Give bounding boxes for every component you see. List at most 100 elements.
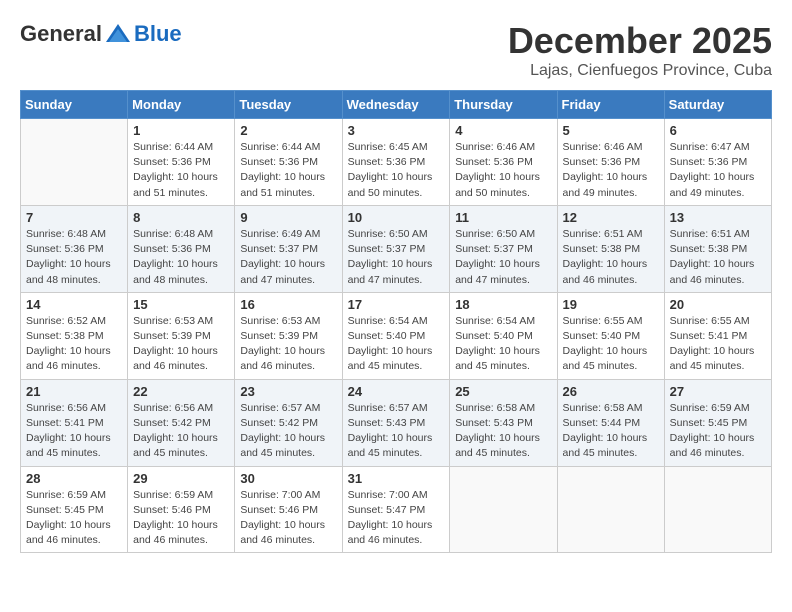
day-info: Sunrise: 6:55 AM Sunset: 5:41 PM Dayligh… <box>670 314 766 375</box>
calendar-day-cell: 12 Sunrise: 6:51 AM Sunset: 5:38 PM Dayli… <box>557 205 664 292</box>
calendar-day-cell: 23Sunrise: 6:57 AM Sunset: 5:42 PM Dayli… <box>235 379 342 466</box>
calendar-day-cell: 13 Sunrise: 6:51 AM Sunset: 5:38 PM Dayli… <box>664 205 771 292</box>
day-number: 25 <box>455 384 551 399</box>
calendar-day-header: Wednesday <box>342 91 450 119</box>
day-info: Sunrise: 6:58 AM Sunset: 5:44 PM Dayligh… <box>563 401 659 462</box>
calendar-day-cell: 5Sunrise: 6:46 AM Sunset: 5:36 PM Daylig… <box>557 119 664 206</box>
day-info: Sunrise: 6:46 AM Sunset: 5:36 PM Dayligh… <box>563 140 659 201</box>
calendar-day-header: Sunday <box>21 91 128 119</box>
day-info: Sunrise: 6:51 AM Sunset: 5:38 PM Dayligh… <box>670 227 766 288</box>
calendar-day-cell: 27Sunrise: 6:59 AM Sunset: 5:45 PM Dayli… <box>664 379 771 466</box>
calendar-table: SundayMondayTuesdayWednesdayThursdayFrid… <box>20 90 772 553</box>
calendar-day-cell: 22 Sunrise: 6:56 AM Sunset: 5:42 PM Dayli… <box>128 379 235 466</box>
logo-blue: Blue <box>134 21 182 47</box>
day-number: 6 <box>670 123 766 138</box>
day-info: Sunrise: 7:00 AM Sunset: 5:47 PM Dayligh… <box>348 488 445 549</box>
day-info: Sunrise: 6:47 AM Sunset: 5:36 PM Dayligh… <box>670 140 766 201</box>
logo: General Blue <box>20 20 182 48</box>
day-info: Sunrise: 6:56 AM Sunset: 5:41 PM Dayligh… <box>26 401 122 462</box>
calendar-day-cell: 28 Sunrise: 6:59 AM Sunset: 5:45 PM Dayli… <box>21 466 128 553</box>
calendar-header-row: SundayMondayTuesdayWednesdayThursdayFrid… <box>21 91 772 119</box>
day-number: 15 <box>133 297 229 312</box>
calendar-day-cell: 15 Sunrise: 6:53 AM Sunset: 5:39 PM Dayli… <box>128 292 235 379</box>
day-info: Sunrise: 6:46 AM Sunset: 5:36 PM Dayligh… <box>455 140 551 201</box>
calendar-day-cell: 1 Sunrise: 6:44 AM Sunset: 5:36 PM Daylig… <box>128 119 235 206</box>
calendar-day-cell: 10Sunrise: 6:50 AM Sunset: 5:37 PM Dayli… <box>342 205 450 292</box>
day-info: Sunrise: 6:45 AM Sunset: 5:36 PM Dayligh… <box>348 140 445 201</box>
calendar-title: December 2025 <box>508 20 772 62</box>
calendar-day-cell: 11Sunrise: 6:50 AM Sunset: 5:37 PM Dayli… <box>450 205 557 292</box>
day-info: Sunrise: 6:49 AM Sunset: 5:37 PM Dayligh… <box>240 227 336 288</box>
day-number: 8 <box>133 210 229 225</box>
logo-icon <box>104 20 132 48</box>
calendar-week-row: 28 Sunrise: 6:59 AM Sunset: 5:45 PM Dayli… <box>21 466 772 553</box>
day-info: Sunrise: 6:48 AM Sunset: 5:36 PM Dayligh… <box>133 227 229 288</box>
calendar-day-cell: 18Sunrise: 6:54 AM Sunset: 5:40 PM Dayli… <box>450 292 557 379</box>
calendar-day-cell: 14Sunrise: 6:52 AM Sunset: 5:38 PM Dayli… <box>21 292 128 379</box>
calendar-week-row: 7Sunrise: 6:48 AM Sunset: 5:36 PM Daylig… <box>21 205 772 292</box>
calendar-day-cell: 26 Sunrise: 6:58 AM Sunset: 5:44 PM Dayli… <box>557 379 664 466</box>
day-info: Sunrise: 6:54 AM Sunset: 5:40 PM Dayligh… <box>455 314 551 375</box>
day-info: Sunrise: 6:59 AM Sunset: 5:46 PM Dayligh… <box>133 488 229 549</box>
day-info: Sunrise: 6:55 AM Sunset: 5:40 PM Dayligh… <box>563 314 659 375</box>
calendar-day-cell: 31Sunrise: 7:00 AM Sunset: 5:47 PM Dayli… <box>342 466 450 553</box>
day-info: Sunrise: 6:57 AM Sunset: 5:43 PM Dayligh… <box>348 401 445 462</box>
day-info: Sunrise: 6:59 AM Sunset: 5:45 PM Dayligh… <box>670 401 766 462</box>
day-number: 21 <box>26 384 122 399</box>
day-number: 3 <box>348 123 445 138</box>
day-number: 28 <box>26 471 122 486</box>
calendar-day-cell: 24 Sunrise: 6:57 AM Sunset: 5:43 PM Dayli… <box>342 379 450 466</box>
day-number: 17 <box>348 297 445 312</box>
calendar-day-header: Saturday <box>664 91 771 119</box>
calendar-day-cell <box>557 466 664 553</box>
day-info: Sunrise: 6:51 AM Sunset: 5:38 PM Dayligh… <box>563 227 659 288</box>
day-info: Sunrise: 6:53 AM Sunset: 5:39 PM Dayligh… <box>133 314 229 375</box>
calendar-day-cell: 20 Sunrise: 6:55 AM Sunset: 5:41 PM Dayli… <box>664 292 771 379</box>
logo-general: General <box>20 21 102 47</box>
calendar-week-row: 1 Sunrise: 6:44 AM Sunset: 5:36 PM Daylig… <box>21 119 772 206</box>
day-info: Sunrise: 6:48 AM Sunset: 5:36 PM Dayligh… <box>26 227 122 288</box>
calendar-week-row: 14Sunrise: 6:52 AM Sunset: 5:38 PM Dayli… <box>21 292 772 379</box>
calendar-day-cell: 17Sunrise: 6:54 AM Sunset: 5:40 PM Dayli… <box>342 292 450 379</box>
day-info: Sunrise: 6:44 AM Sunset: 5:36 PM Dayligh… <box>133 140 229 201</box>
calendar-day-header: Tuesday <box>235 91 342 119</box>
calendar-day-cell: 30 Sunrise: 7:00 AM Sunset: 5:46 PM Dayli… <box>235 466 342 553</box>
calendar-day-cell: 16 Sunrise: 6:53 AM Sunset: 5:39 PM Dayli… <box>235 292 342 379</box>
day-info: Sunrise: 6:58 AM Sunset: 5:43 PM Dayligh… <box>455 401 551 462</box>
day-info: Sunrise: 6:59 AM Sunset: 5:45 PM Dayligh… <box>26 488 122 549</box>
calendar-day-cell: 25 Sunrise: 6:58 AM Sunset: 5:43 PM Dayli… <box>450 379 557 466</box>
calendar-day-cell <box>450 466 557 553</box>
title-section: December 2025 Lajas, Cienfuegos Province… <box>508 20 772 80</box>
day-number: 2 <box>240 123 336 138</box>
day-number: 1 <box>133 123 229 138</box>
calendar-day-cell: 7Sunrise: 6:48 AM Sunset: 5:36 PM Daylig… <box>21 205 128 292</box>
calendar-day-cell: 9 Sunrise: 6:49 AM Sunset: 5:37 PM Daylig… <box>235 205 342 292</box>
day-number: 9 <box>240 210 336 225</box>
calendar-day-cell: 21 Sunrise: 6:56 AM Sunset: 5:41 PM Dayli… <box>21 379 128 466</box>
calendar-week-row: 21 Sunrise: 6:56 AM Sunset: 5:41 PM Dayli… <box>21 379 772 466</box>
calendar-day-header: Thursday <box>450 91 557 119</box>
day-number: 30 <box>240 471 336 486</box>
calendar-day-cell: 2Sunrise: 6:44 AM Sunset: 5:36 PM Daylig… <box>235 119 342 206</box>
calendar-day-header: Friday <box>557 91 664 119</box>
day-number: 26 <box>563 384 659 399</box>
day-info: Sunrise: 6:57 AM Sunset: 5:42 PM Dayligh… <box>240 401 336 462</box>
calendar-day-cell <box>664 466 771 553</box>
day-info: Sunrise: 6:52 AM Sunset: 5:38 PM Dayligh… <box>26 314 122 375</box>
calendar-day-header: Monday <box>128 91 235 119</box>
day-number: 20 <box>670 297 766 312</box>
day-number: 11 <box>455 210 551 225</box>
day-info: Sunrise: 7:00 AM Sunset: 5:46 PM Dayligh… <box>240 488 336 549</box>
day-number: 12 <box>563 210 659 225</box>
calendar-day-cell: 3 Sunrise: 6:45 AM Sunset: 5:36 PM Daylig… <box>342 119 450 206</box>
calendar-day-cell <box>21 119 128 206</box>
day-number: 22 <box>133 384 229 399</box>
day-number: 13 <box>670 210 766 225</box>
day-info: Sunrise: 6:53 AM Sunset: 5:39 PM Dayligh… <box>240 314 336 375</box>
day-info: Sunrise: 6:56 AM Sunset: 5:42 PM Dayligh… <box>133 401 229 462</box>
page-header: General Blue December 2025 Lajas, Cienfu… <box>20 20 772 80</box>
day-number: 16 <box>240 297 336 312</box>
day-number: 24 <box>348 384 445 399</box>
calendar-day-cell: 8 Sunrise: 6:48 AM Sunset: 5:36 PM Daylig… <box>128 205 235 292</box>
calendar-day-cell: 19Sunrise: 6:55 AM Sunset: 5:40 PM Dayli… <box>557 292 664 379</box>
